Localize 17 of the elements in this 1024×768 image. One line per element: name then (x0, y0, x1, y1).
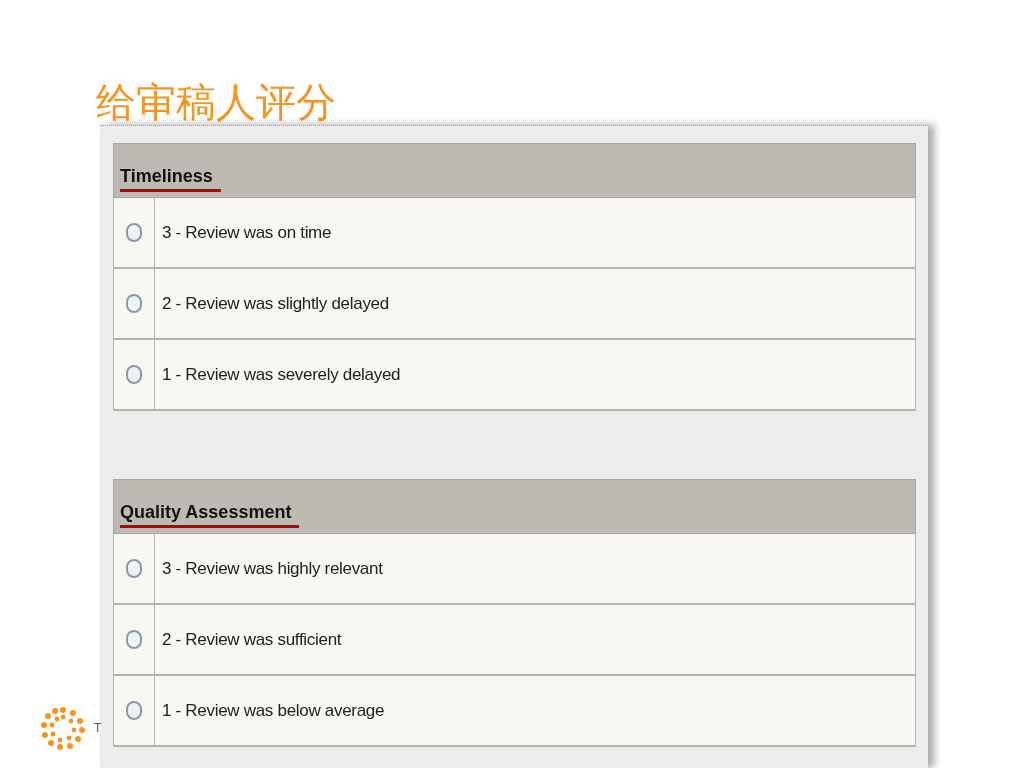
sunburst-logo-icon (40, 706, 86, 750)
section-title: Timeliness (120, 165, 221, 192)
radio-button[interactable] (126, 223, 142, 242)
slide-title: 给审稿人评分 (96, 78, 336, 127)
option-label: 2 - Review was slightly delayed (162, 292, 389, 315)
option-label: 3 - Review was highly relevant (162, 557, 383, 580)
radio-button[interactable] (126, 701, 142, 720)
option-label: 1 - Review was below average (162, 699, 385, 722)
logo-text: T (94, 720, 102, 737)
radio-button[interactable] (126, 630, 142, 649)
section-title: Quality Assessment (120, 501, 300, 528)
option-label: 3 - Review was on time (162, 221, 332, 244)
option-label: 1 - Review was severely delayed (162, 363, 401, 386)
option-label: 2 - Review was sufficient (162, 628, 342, 651)
radio-button[interactable] (126, 365, 142, 384)
radio-button[interactable] (126, 559, 142, 578)
radio-button[interactable] (126, 294, 142, 313)
